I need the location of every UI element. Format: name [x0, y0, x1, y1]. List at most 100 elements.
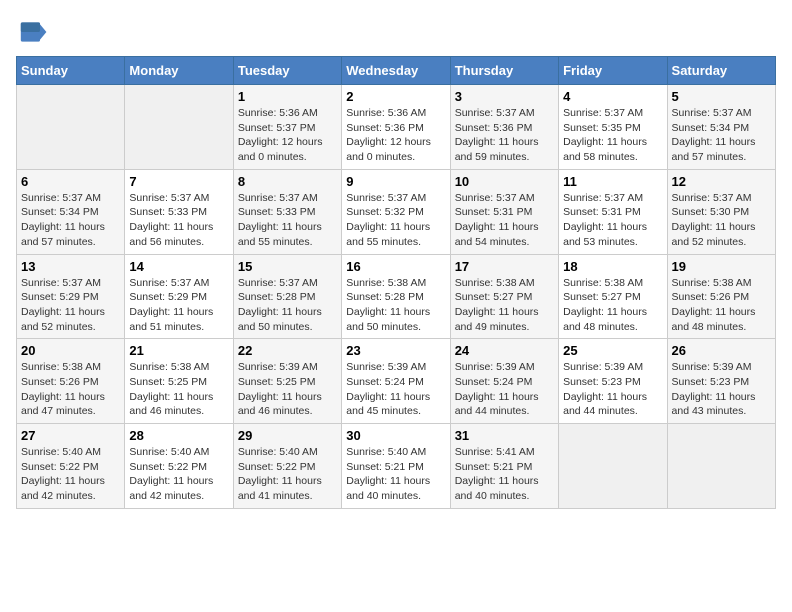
calendar-week-5: 27 Sunrise: 5:40 AMSunset: 5:22 PMDayligh… — [17, 424, 776, 509]
calendar-cell: 28 Sunrise: 5:40 AMSunset: 5:22 PMDayligh… — [125, 424, 233, 509]
page-header — [16, 16, 776, 48]
day-number: 31 — [455, 428, 554, 443]
calendar-cell: 9 Sunrise: 5:37 AMSunset: 5:32 PMDaylight… — [342, 169, 450, 254]
day-detail: Sunrise: 5:38 AMSunset: 5:26 PMDaylight:… — [21, 360, 120, 419]
day-number: 9 — [346, 174, 445, 189]
day-number: 27 — [21, 428, 120, 443]
day-number: 22 — [238, 343, 337, 358]
day-detail: Sunrise: 5:36 AMSunset: 5:36 PMDaylight:… — [346, 106, 445, 165]
day-detail: Sunrise: 5:37 AMSunset: 5:31 PMDaylight:… — [455, 191, 554, 250]
day-number: 11 — [563, 174, 662, 189]
calendar-cell: 15 Sunrise: 5:37 AMSunset: 5:28 PMDayligh… — [233, 254, 341, 339]
calendar-cell: 29 Sunrise: 5:40 AMSunset: 5:22 PMDayligh… — [233, 424, 341, 509]
calendar-cell — [17, 85, 125, 170]
day-detail: Sunrise: 5:37 AMSunset: 5:31 PMDaylight:… — [563, 191, 662, 250]
calendar-cell — [667, 424, 775, 509]
calendar-cell: 1 Sunrise: 5:36 AMSunset: 5:37 PMDaylight… — [233, 85, 341, 170]
day-detail: Sunrise: 5:39 AMSunset: 5:24 PMDaylight:… — [455, 360, 554, 419]
day-detail: Sunrise: 5:37 AMSunset: 5:28 PMDaylight:… — [238, 276, 337, 335]
calendar-cell: 4 Sunrise: 5:37 AMSunset: 5:35 PMDaylight… — [559, 85, 667, 170]
day-number: 28 — [129, 428, 228, 443]
day-number: 26 — [672, 343, 771, 358]
day-number: 13 — [21, 259, 120, 274]
day-number: 17 — [455, 259, 554, 274]
header-thursday: Thursday — [450, 57, 558, 85]
day-number: 4 — [563, 89, 662, 104]
calendar-cell: 6 Sunrise: 5:37 AMSunset: 5:34 PMDaylight… — [17, 169, 125, 254]
calendar-cell: 5 Sunrise: 5:37 AMSunset: 5:34 PMDaylight… — [667, 85, 775, 170]
day-detail: Sunrise: 5:37 AMSunset: 5:32 PMDaylight:… — [346, 191, 445, 250]
logo-icon — [16, 16, 48, 48]
day-detail: Sunrise: 5:37 AMSunset: 5:29 PMDaylight:… — [129, 276, 228, 335]
calendar-cell — [559, 424, 667, 509]
day-number: 30 — [346, 428, 445, 443]
header-monday: Monday — [125, 57, 233, 85]
day-number: 20 — [21, 343, 120, 358]
calendar-cell: 23 Sunrise: 5:39 AMSunset: 5:24 PMDayligh… — [342, 339, 450, 424]
day-number: 3 — [455, 89, 554, 104]
header-wednesday: Wednesday — [342, 57, 450, 85]
day-number: 6 — [21, 174, 120, 189]
day-number: 21 — [129, 343, 228, 358]
day-number: 24 — [455, 343, 554, 358]
day-number: 12 — [672, 174, 771, 189]
day-detail: Sunrise: 5:38 AMSunset: 5:25 PMDaylight:… — [129, 360, 228, 419]
day-detail: Sunrise: 5:37 AMSunset: 5:35 PMDaylight:… — [563, 106, 662, 165]
calendar-cell: 22 Sunrise: 5:39 AMSunset: 5:25 PMDayligh… — [233, 339, 341, 424]
day-detail: Sunrise: 5:38 AMSunset: 5:28 PMDaylight:… — [346, 276, 445, 335]
day-detail: Sunrise: 5:37 AMSunset: 5:29 PMDaylight:… — [21, 276, 120, 335]
calendar-cell — [125, 85, 233, 170]
calendar-week-1: 1 Sunrise: 5:36 AMSunset: 5:37 PMDaylight… — [17, 85, 776, 170]
day-number: 2 — [346, 89, 445, 104]
day-detail: Sunrise: 5:40 AMSunset: 5:22 PMDaylight:… — [21, 445, 120, 504]
calendar-header-row: SundayMondayTuesdayWednesdayThursdayFrid… — [17, 57, 776, 85]
day-detail: Sunrise: 5:39 AMSunset: 5:23 PMDaylight:… — [563, 360, 662, 419]
calendar-week-3: 13 Sunrise: 5:37 AMSunset: 5:29 PMDayligh… — [17, 254, 776, 339]
day-detail: Sunrise: 5:39 AMSunset: 5:23 PMDaylight:… — [672, 360, 771, 419]
logo — [16, 16, 52, 48]
day-detail: Sunrise: 5:39 AMSunset: 5:24 PMDaylight:… — [346, 360, 445, 419]
calendar-cell: 26 Sunrise: 5:39 AMSunset: 5:23 PMDayligh… — [667, 339, 775, 424]
day-number: 15 — [238, 259, 337, 274]
day-detail: Sunrise: 5:37 AMSunset: 5:34 PMDaylight:… — [21, 191, 120, 250]
calendar-cell: 10Sunrise: 5:37 AMSunset: 5:31 PMDayligh… — [450, 169, 558, 254]
header-saturday: Saturday — [667, 57, 775, 85]
calendar-cell: 19 Sunrise: 5:38 AMSunset: 5:26 PMDayligh… — [667, 254, 775, 339]
calendar-cell: 14Sunrise: 5:37 AMSunset: 5:29 PMDayligh… — [125, 254, 233, 339]
day-detail: Sunrise: 5:38 AMSunset: 5:26 PMDaylight:… — [672, 276, 771, 335]
day-number: 1 — [238, 89, 337, 104]
day-detail: Sunrise: 5:39 AMSunset: 5:25 PMDaylight:… — [238, 360, 337, 419]
header-sunday: Sunday — [17, 57, 125, 85]
calendar-cell: 30 Sunrise: 5:40 AMSunset: 5:21 PMDayligh… — [342, 424, 450, 509]
day-detail: Sunrise: 5:38 AMSunset: 5:27 PMDaylight:… — [455, 276, 554, 335]
calendar-cell: 3Sunrise: 5:37 AMSunset: 5:36 PMDaylight… — [450, 85, 558, 170]
header-tuesday: Tuesday — [233, 57, 341, 85]
calendar-cell: 17 Sunrise: 5:38 AMSunset: 5:27 PMDayligh… — [450, 254, 558, 339]
calendar-cell: 13 Sunrise: 5:37 AMSunset: 5:29 PMDayligh… — [17, 254, 125, 339]
calendar-cell: 31Sunrise: 5:41 AMSunset: 5:21 PMDayligh… — [450, 424, 558, 509]
day-detail: Sunrise: 5:36 AMSunset: 5:37 PMDaylight:… — [238, 106, 337, 165]
day-number: 8 — [238, 174, 337, 189]
calendar-week-2: 6 Sunrise: 5:37 AMSunset: 5:34 PMDaylight… — [17, 169, 776, 254]
calendar-cell: 11 Sunrise: 5:37 AMSunset: 5:31 PMDayligh… — [559, 169, 667, 254]
day-number: 18 — [563, 259, 662, 274]
calendar-table: SundayMondayTuesdayWednesdayThursdayFrid… — [16, 56, 776, 509]
day-detail: Sunrise: 5:40 AMSunset: 5:22 PMDaylight:… — [129, 445, 228, 504]
day-number: 7 — [129, 174, 228, 189]
day-detail: Sunrise: 5:40 AMSunset: 5:22 PMDaylight:… — [238, 445, 337, 504]
day-number: 25 — [563, 343, 662, 358]
day-detail: Sunrise: 5:40 AMSunset: 5:21 PMDaylight:… — [346, 445, 445, 504]
day-detail: Sunrise: 5:38 AMSunset: 5:27 PMDaylight:… — [563, 276, 662, 335]
day-number: 5 — [672, 89, 771, 104]
day-number: 19 — [672, 259, 771, 274]
calendar-cell: 2 Sunrise: 5:36 AMSunset: 5:36 PMDaylight… — [342, 85, 450, 170]
calendar-cell: 8 Sunrise: 5:37 AMSunset: 5:33 PMDaylight… — [233, 169, 341, 254]
day-detail: Sunrise: 5:37 AMSunset: 5:34 PMDaylight:… — [672, 106, 771, 165]
calendar-cell: 21 Sunrise: 5:38 AMSunset: 5:25 PMDayligh… — [125, 339, 233, 424]
day-number: 23 — [346, 343, 445, 358]
calendar-cell: 27 Sunrise: 5:40 AMSunset: 5:22 PMDayligh… — [17, 424, 125, 509]
calendar-cell: 18 Sunrise: 5:38 AMSunset: 5:27 PMDayligh… — [559, 254, 667, 339]
day-number: 29 — [238, 428, 337, 443]
day-detail: Sunrise: 5:37 AMSunset: 5:33 PMDaylight:… — [238, 191, 337, 250]
calendar-cell: 24 Sunrise: 5:39 AMSunset: 5:24 PMDayligh… — [450, 339, 558, 424]
